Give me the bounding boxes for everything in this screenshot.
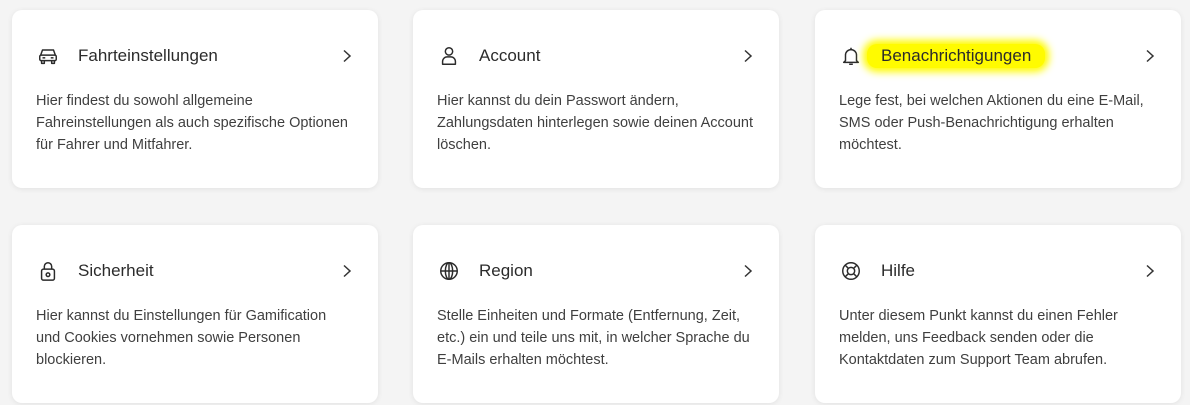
card-hilfe[interactable]: Hilfe Unter diesem Punkt kannst du einen… [815,225,1181,403]
card-region[interactable]: Region Stelle Einheiten und Formate (Ent… [413,225,779,403]
card-description: Lege fest, bei welchen Aktionen du eine … [839,93,1144,153]
card-description: Hier findest du sowohl allgemeine Fahrei… [36,93,348,153]
card-header: Fahrteinstellungen [36,44,354,68]
globe-icon [437,259,461,283]
card-header: Sicherheit [36,259,354,283]
card-title: Hilfe [881,261,916,280]
card-fahrteinstellungen[interactable]: Fahrteinstellungen Hier findest du sowoh… [12,10,378,188]
user-icon [437,44,461,68]
chevron-right-icon [340,264,354,278]
lock-icon [36,259,60,283]
settings-grid: Fahrteinstellungen Hier findest du sowoh… [0,0,1190,405]
chevron-right-icon [741,49,755,63]
car-icon [36,44,60,68]
card-title: Region [479,261,533,280]
card-description: Unter diesem Punkt kannst du einen Fehle… [839,308,1118,368]
card-title: Sicherheit [78,261,154,280]
card-description: Hier kannst du dein Passwort ändern, Zah… [437,93,754,153]
card-header: Region [437,259,755,283]
lifebuoy-icon [839,259,863,283]
chevron-right-icon [1143,49,1157,63]
card-header: Account [437,44,755,68]
card-benachrichtigungen[interactable]: Benachrichtigungen Lege fest, bei welche… [815,10,1181,188]
chevron-right-icon [340,49,354,63]
card-account[interactable]: Account Hier kannst du dein Passwort änd… [413,10,779,188]
card-header: Hilfe [839,259,1157,283]
card-title: Fahrteinstellungen [78,46,218,65]
card-sicherheit[interactable]: Sicherheit Hier kannst du Einstellungen … [12,225,378,403]
bell-icon [839,44,863,68]
chevron-right-icon [1143,264,1157,278]
card-description: Stelle Einheiten und Formate (Entfernung… [437,308,750,368]
card-title: Account [479,46,541,65]
chevron-right-icon [741,264,755,278]
card-description: Hier kannst du Einstellungen für Gamific… [36,308,327,368]
card-header: Benachrichtigungen [839,44,1157,68]
card-title: Benachrichtigungen [867,44,1046,68]
